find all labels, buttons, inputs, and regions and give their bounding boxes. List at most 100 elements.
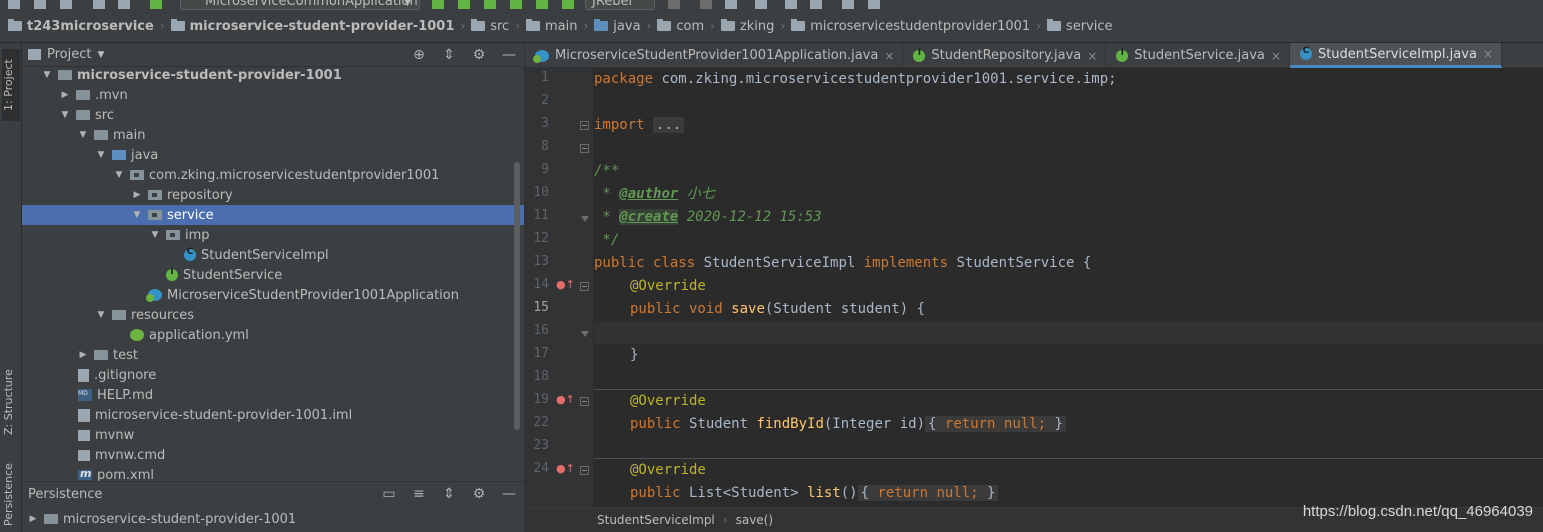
editor-gutter[interactable]: 1 2 3 8 9 10 11 12 13 14 ●↑ 15 16 17 18 …: [525, 68, 593, 507]
chevron-down-icon[interactable]: ▼: [97, 50, 104, 60]
open-icon[interactable]: [8, 0, 20, 9]
collapse-all-icon[interactable]: ⇕: [434, 486, 464, 502]
tab-application-java[interactable]: MicroserviceStudentProvider1001Applicati…: [525, 43, 904, 68]
ql-console-icon[interactable]: ▭: [374, 486, 404, 502]
fold-toggle-icon[interactable]: [580, 466, 589, 475]
tree-item-help-md[interactable]: HELP.md: [22, 385, 512, 405]
project-tool-tab[interactable]: 1: Project: [2, 49, 20, 121]
run-config-select[interactable]: MicroserviceCommonApplication ▼: [180, 0, 420, 10]
folded-imports[interactable]: ...: [653, 117, 685, 133]
search-icon[interactable]: [868, 0, 880, 9]
crumb-service[interactable]: service: [1046, 19, 1113, 34]
crumb-main[interactable]: main: [526, 19, 577, 34]
stop-icon[interactable]: [668, 0, 680, 9]
build-icon[interactable]: [150, 0, 162, 9]
chevron-down-icon[interactable]: ▼: [112, 170, 126, 180]
attach-icon[interactable]: [725, 0, 737, 9]
hide-icon[interactable]: —: [494, 47, 524, 63]
chevron-down-icon[interactable]: ▼: [130, 210, 144, 220]
jrebel-select[interactable]: JRebel: [585, 0, 655, 10]
tree-item-pom[interactable]: pom.xml: [22, 465, 512, 481]
tree-item-mvn[interactable]: ▶ .mvn: [22, 85, 512, 105]
folded-body[interactable]: { return null; }: [925, 416, 1066, 432]
chevron-right-icon[interactable]: ▶: [130, 190, 144, 200]
chevron-right-icon[interactable]: ▶: [26, 514, 40, 524]
structure-icon[interactable]: [810, 0, 822, 9]
tree-item-studentservice[interactable]: StudentService: [22, 265, 512, 285]
gear-icon[interactable]: ⚙: [464, 486, 494, 502]
sync-icon[interactable]: [60, 0, 72, 9]
tree-item-application-class[interactable]: MicroserviceStudentProvider1001Applicati…: [22, 285, 512, 305]
crumb-project[interactable]: t243microservice: [8, 19, 154, 34]
tree-item-imp[interactable]: ▼ imp: [22, 225, 512, 245]
tab-studentserviceimpl-java[interactable]: StudentServiceImpl.java ×: [1289, 43, 1502, 68]
breadcrumb-method[interactable]: save(): [736, 513, 773, 527]
jrebel-run-icon[interactable]: [536, 0, 548, 9]
chevron-down-icon[interactable]: ▼: [94, 310, 108, 320]
breadcrumb-class[interactable]: StudentServiceImpl: [597, 513, 715, 527]
settings-wrench-icon[interactable]: [785, 0, 797, 9]
fold-end-icon[interactable]: [581, 331, 589, 337]
chevron-right-icon[interactable]: ▶: [76, 350, 90, 360]
crumb-module[interactable]: microservice-student-provider-1001: [170, 19, 454, 34]
tree-item-iml[interactable]: microservice-student-provider-1001.iml: [22, 405, 512, 425]
tree-item-gitignore[interactable]: .gitignore: [22, 365, 512, 385]
crumb-java[interactable]: java: [594, 19, 641, 34]
folded-body[interactable]: { return null; }: [857, 485, 999, 501]
tree-item-module[interactable]: ▼ microservice-student-provider-1001: [22, 67, 512, 85]
structure-tool-tab[interactable]: Z: Structure: [2, 363, 20, 441]
implements-method-icon[interactable]: ●↑: [556, 278, 575, 291]
chevron-down-icon[interactable]: ▼: [58, 110, 72, 120]
implements-method-icon[interactable]: ●↑: [556, 393, 575, 406]
tree-item-java[interactable]: ▼ java: [22, 145, 512, 165]
code-area[interactable]: package com.zking.microservicestudentpro…: [594, 68, 1543, 507]
layout-icon[interactable]: [755, 0, 767, 9]
hide-icon[interactable]: —: [494, 486, 524, 502]
crumb-src[interactable]: src: [471, 19, 509, 34]
crumb-zking[interactable]: zking: [720, 19, 774, 34]
close-icon[interactable]: ×: [1271, 49, 1281, 63]
chevron-right-icon[interactable]: ▶: [58, 90, 72, 100]
vcs-icon[interactable]: [700, 0, 712, 9]
crumb-package[interactable]: microservicestudentprovider1001: [791, 19, 1030, 34]
terminal-icon[interactable]: [842, 0, 854, 9]
persistence-tool-tab[interactable]: Persistence: [2, 457, 20, 532]
persistence-item-module[interactable]: ▶ microservice-student-provider-1001: [22, 509, 297, 529]
tab-studentrepository-java[interactable]: StudentRepository.java ×: [903, 43, 1107, 68]
close-icon[interactable]: ×: [1087, 49, 1097, 63]
run-icon[interactable]: [432, 0, 444, 9]
crumb-com[interactable]: com: [657, 19, 704, 34]
jrebel-debug-icon[interactable]: [562, 0, 574, 9]
chevron-down-icon[interactable]: ▼: [94, 150, 108, 160]
tree-item-mvnw[interactable]: mvnw: [22, 425, 512, 445]
chevron-down-icon[interactable]: ▼: [76, 130, 90, 140]
fold-end-icon[interactable]: [581, 216, 589, 222]
tree-item-repository[interactable]: ▶ repository: [22, 185, 512, 205]
project-panel-title[interactable]: Project: [47, 47, 91, 62]
gear-icon[interactable]: ⚙: [464, 47, 494, 63]
tree-item-studentserviceimpl[interactable]: StudentServiceImpl: [22, 245, 512, 265]
forward-icon[interactable]: [118, 0, 130, 9]
close-icon[interactable]: ×: [884, 49, 894, 63]
tree-item-mvnw-cmd[interactable]: mvnw.cmd: [22, 445, 512, 465]
tree-item-application-yml[interactable]: application.yml: [22, 325, 512, 345]
locate-icon[interactable]: ⊕: [404, 47, 434, 63]
coverage-icon[interactable]: [484, 0, 496, 9]
fold-toggle-icon[interactable]: [580, 144, 589, 153]
expand-all-icon[interactable]: ≡: [404, 486, 434, 502]
fold-toggle-icon[interactable]: [580, 397, 589, 406]
tree-item-test[interactable]: ▶ test: [22, 345, 512, 365]
chevron-down-icon[interactable]: ▼: [148, 230, 162, 240]
save-icon[interactable]: [34, 0, 46, 9]
tree-scrollbar[interactable]: [514, 162, 520, 430]
fold-toggle-icon[interactable]: [580, 282, 589, 291]
chevron-down-icon[interactable]: ▼: [40, 70, 54, 80]
debug-icon[interactable]: [458, 0, 470, 9]
tree-item-resources[interactable]: ▼ resources: [22, 305, 512, 325]
profile-icon[interactable]: [510, 0, 522, 9]
close-icon[interactable]: ×: [1483, 47, 1493, 61]
tree-item-service[interactable]: ▼ service: [22, 205, 524, 225]
back-icon[interactable]: [93, 0, 105, 9]
tab-studentservice-java[interactable]: StudentService.java ×: [1106, 43, 1290, 68]
tree-item-src[interactable]: ▼ src: [22, 105, 512, 125]
